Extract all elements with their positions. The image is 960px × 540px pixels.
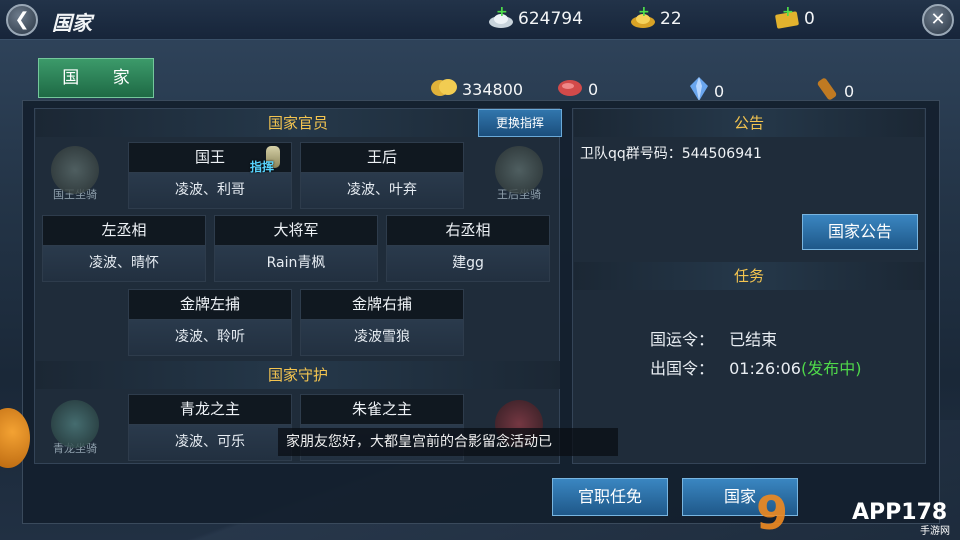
gold-value: 22	[660, 9, 682, 29]
guardian-slot-azure-dragon[interactable]: 青龙之主 凌波、可乐	[128, 394, 292, 461]
coins-resource: 334800	[430, 76, 523, 102]
tasks-header: 任务	[574, 262, 924, 290]
silver-value: 624794	[518, 9, 583, 29]
dragon-mount-icon	[51, 400, 99, 448]
azure-dragon-mount[interactable]: 青龙坐骑	[40, 400, 110, 468]
ticket-value: 0	[804, 9, 815, 29]
watermark: 9 APP178 手游网	[756, 486, 950, 540]
country-announcement-button[interactable]: 国家公告	[802, 214, 918, 250]
scroll-value: 0	[844, 81, 855, 101]
watermark-logo-icon: 9	[756, 486, 789, 540]
gold-ingot-icon: +	[630, 4, 656, 30]
official-slot-right-constable[interactable]: 金牌右捕 凌波雪狼	[300, 289, 464, 356]
back-button[interactable]: ❮	[6, 4, 38, 36]
command-badge: 指挥	[250, 146, 300, 176]
official-slot-queen[interactable]: 王后 凌波、叶弃	[300, 142, 464, 209]
arrow-left-icon: ❮	[14, 9, 30, 30]
official-slot-left-constable[interactable]: 金牌左捕 凌波、聆听	[128, 289, 292, 356]
change-command-button[interactable]: 更换指挥	[478, 109, 562, 137]
ticket-counter[interactable]: + 0	[774, 4, 815, 30]
meat-icon	[556, 76, 584, 102]
dragon-mount-icon	[495, 146, 543, 194]
task-item: 出国令： 01:26:06(发布中)	[650, 359, 862, 378]
scrolling-notice: 家朋友您好，大都皇宫前的合影留念活动已	[278, 428, 618, 456]
silver-ingot-icon: +	[488, 4, 514, 30]
guardians-header: 国家守护	[36, 361, 560, 389]
meat-value: 0	[588, 79, 599, 99]
official-slot-general[interactable]: 大将军 Rain青枫	[214, 215, 378, 282]
coins-value: 334800	[462, 79, 524, 99]
gold-ticket-icon: +	[774, 4, 800, 30]
page-title: 国家	[52, 11, 92, 35]
close-button[interactable]: ✕	[922, 4, 954, 36]
gold-coins-icon	[430, 76, 458, 102]
crystal-value: 0	[714, 81, 725, 101]
official-slot-left-chancellor[interactable]: 左丞相 凌波、晴怀	[42, 215, 206, 282]
gold-counter[interactable]: + 22	[630, 4, 682, 30]
official-slot-right-chancellor[interactable]: 右丞相 建gg	[386, 215, 550, 282]
close-icon: ✕	[930, 9, 946, 30]
king-mount[interactable]: 国王坐骑	[40, 146, 110, 214]
task-item: 国运令： 已结束	[650, 330, 778, 349]
tab-country[interactable]: 国 家	[38, 58, 154, 98]
announcement-header: 公告	[574, 109, 924, 137]
dragon-mount-icon	[51, 146, 99, 194]
silver-counter[interactable]: + 624794	[488, 4, 583, 30]
queen-mount[interactable]: 王后坐骑	[484, 146, 554, 214]
announcement-text: 卫队qq群号码：544506941	[580, 146, 762, 162]
appoint-button[interactable]: 官职任免	[552, 478, 668, 516]
top-bar: ❮ 国家 + 624794 + 22 + 0 ✕	[0, 0, 960, 40]
meat-resource: 0	[556, 76, 598, 102]
